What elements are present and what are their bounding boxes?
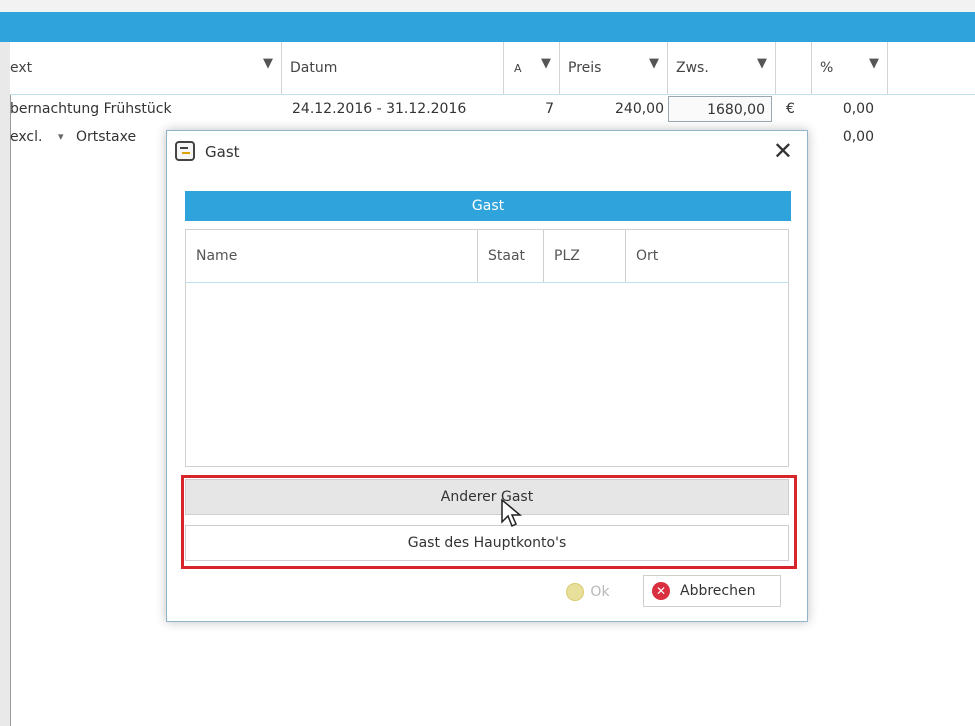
- cell-anzahl: 7: [545, 101, 554, 117]
- cell-text: bernachtung Frühstück: [10, 101, 172, 117]
- column-header-text[interactable]: ext ▼: [10, 42, 282, 94]
- cell-type[interactable]: Ortstaxe: [76, 124, 166, 150]
- dialog-title: Gast: [205, 143, 240, 161]
- cell-percent: 0,00: [842, 101, 874, 117]
- chevron-down-icon[interactable]: ▾: [58, 124, 72, 150]
- ok-label: Ok: [590, 584, 610, 600]
- column-header-zws[interactable]: Zws. ▼: [668, 42, 776, 94]
- cell-text: excl.: [10, 129, 43, 145]
- table-row[interactable]: bernachtung Frühstück 24.12.2016 - 31.12…: [10, 96, 975, 122]
- cell-zws-input[interactable]: 1680,00: [668, 96, 772, 122]
- ok-button[interactable]: Ok: [557, 577, 619, 607]
- ok-icon: [566, 583, 585, 601]
- other-guest-button[interactable]: Anderer Gast: [185, 479, 789, 515]
- filter-icon[interactable]: ▼: [541, 56, 551, 71]
- cancel-icon: ✕: [652, 582, 670, 600]
- cancel-label: Abbrechen: [680, 583, 756, 599]
- main-account-guest-button[interactable]: Gast des Hauptkonto's: [185, 525, 789, 561]
- window-top-strip: [0, 0, 975, 12]
- column-header-percent[interactable]: % ▼: [812, 42, 888, 94]
- column-header-currency[interactable]: [776, 42, 812, 94]
- column-header-datum[interactable]: Datum: [282, 42, 504, 94]
- guest-dialog: Gast ✕ Gast Name Staat PLZ Ort Anderer G…: [166, 130, 808, 622]
- guest-list[interactable]: Name Staat PLZ Ort: [185, 229, 789, 467]
- filter-icon[interactable]: ▼: [869, 56, 879, 71]
- mouse-pointer-icon: [501, 498, 522, 528]
- app-header-bar: [0, 12, 975, 42]
- column-header-plz[interactable]: PLZ: [544, 230, 626, 282]
- filter-icon[interactable]: ▼: [757, 56, 767, 71]
- cell-percent: 0,00: [842, 129, 874, 145]
- cancel-button[interactable]: ✕ Abbrechen: [643, 575, 781, 607]
- column-header-staat[interactable]: Staat: [478, 230, 544, 282]
- guest-icon: [175, 141, 195, 161]
- close-icon[interactable]: ✕: [773, 137, 793, 165]
- column-header-anzahl[interactable]: A ▼: [504, 42, 560, 94]
- cell-preis: 240,00: [615, 101, 664, 117]
- column-header-preis[interactable]: Preis ▼: [560, 42, 668, 94]
- column-header-ort[interactable]: Ort: [626, 230, 788, 282]
- cell-datum: 24.12.2016 - 31.12.2016: [292, 101, 467, 117]
- column-header-name[interactable]: Name: [186, 230, 478, 282]
- grid-header: ext ▼ Datum A ▼ Preis ▼ Zws. ▼ % ▼: [10, 42, 975, 95]
- cell-currency: €: [786, 101, 795, 117]
- section-header-guest: Gast: [185, 191, 791, 221]
- filter-icon[interactable]: ▼: [649, 56, 659, 71]
- filter-icon[interactable]: ▼: [263, 56, 273, 71]
- dialog-titlebar[interactable]: Gast ✕: [167, 131, 807, 175]
- guest-list-header: Name Staat PLZ Ort: [186, 230, 788, 283]
